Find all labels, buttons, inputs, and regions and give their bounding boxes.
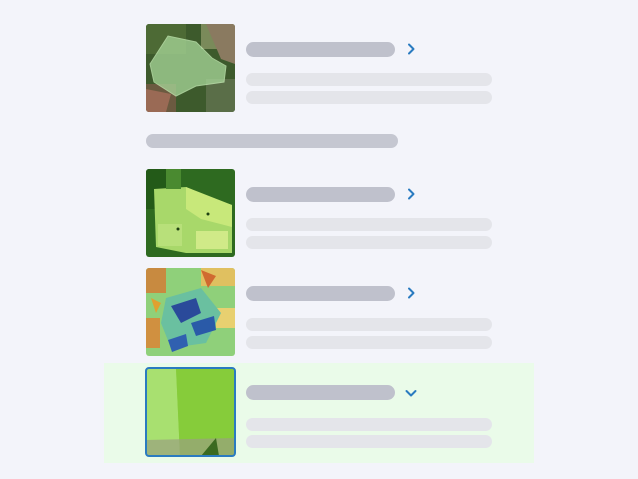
item-title-placeholder	[246, 385, 395, 400]
item-detail-placeholder	[246, 435, 492, 448]
chevron-right-icon[interactable]	[401, 39, 421, 59]
item-title-placeholder	[246, 286, 395, 301]
item-title-placeholder	[246, 187, 395, 202]
item-detail-placeholder	[246, 91, 492, 104]
item-title-placeholder	[246, 42, 395, 57]
item-detail-placeholder	[246, 218, 492, 231]
item-detail-placeholder	[246, 336, 492, 349]
item-detail-placeholder	[246, 318, 492, 331]
satellite-field-thumbnail	[146, 24, 235, 112]
section-header-placeholder	[146, 134, 398, 148]
green-field-thumbnail	[145, 367, 236, 457]
vegetation-index-thumbnail	[146, 169, 235, 257]
item-detail-placeholder	[246, 236, 492, 249]
moisture-map-thumbnail	[146, 268, 235, 356]
chevron-right-icon[interactable]	[401, 283, 421, 303]
item-detail-placeholder	[246, 73, 492, 86]
chevron-right-icon[interactable]	[401, 184, 421, 204]
chevron-down-icon[interactable]	[401, 383, 421, 403]
item-detail-placeholder	[246, 418, 492, 431]
